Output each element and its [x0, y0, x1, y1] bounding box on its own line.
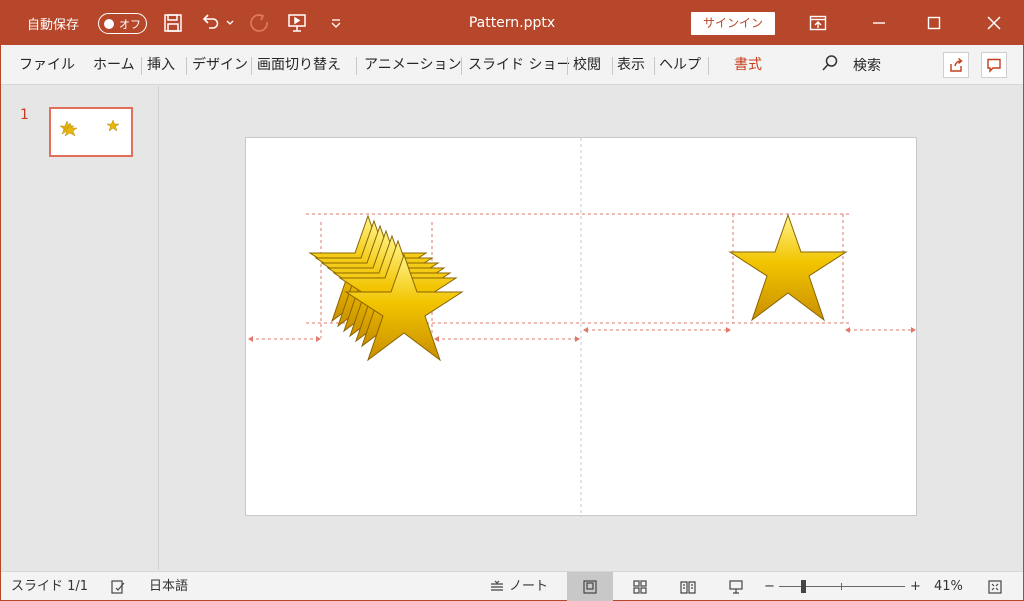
tab-separator — [141, 57, 142, 75]
tab-shape-format[interactable]: 書式 — [734, 45, 762, 85]
slide-indicator: スライド 1/1 — [11, 579, 89, 594]
thumbnail-preview — [59, 119, 120, 137]
slideshow-view-icon[interactable] — [726, 577, 746, 597]
powerpoint-window: 自動保存 オフ Pattern.pptx サインイン ファイル ホーム 挿入 デ… — [0, 0, 1024, 601]
tab-slideshow[interactable]: スライド ショー — [468, 45, 570, 85]
tab-file[interactable]: ファイル — [19, 45, 75, 85]
thumbnail-number: 1 — [20, 107, 29, 123]
tab-separator — [461, 57, 462, 75]
comment-icon[interactable] — [981, 52, 1007, 78]
slide-content — [248, 138, 916, 517]
guide-arrowheads — [248, 327, 916, 342]
undo-icon[interactable] — [198, 11, 222, 35]
search-label: 検索 — [853, 58, 881, 74]
minimize-icon[interactable] — [856, 1, 902, 45]
notes-button[interactable]: ノート — [509, 572, 548, 601]
stacked-stars — [309, 215, 463, 361]
tab-separator — [186, 57, 187, 75]
close-icon[interactable] — [971, 1, 1017, 45]
tab-review[interactable]: 校閲 — [573, 45, 601, 85]
tab-separator — [356, 57, 357, 75]
maximize-icon[interactable] — [911, 1, 957, 45]
tab-separator — [612, 57, 613, 75]
zoom-slider-thumb[interactable] — [801, 580, 806, 593]
zoom-slider-track[interactable] — [779, 586, 905, 587]
slide-thumbnail-pane: 1 — [1, 86, 159, 570]
zoom-out-button[interactable]: − — [764, 572, 775, 601]
share-icon[interactable] — [943, 52, 969, 78]
autosave-state: オフ — [119, 17, 141, 31]
tab-animations[interactable]: アニメーション — [364, 45, 461, 85]
reading-view-icon[interactable] — [678, 577, 698, 597]
zoom-in-button[interactable]: + — [910, 572, 921, 601]
slide-canvas[interactable] — [245, 137, 917, 517]
tab-separator — [654, 57, 655, 75]
undo-dropdown-icon[interactable] — [223, 11, 237, 35]
customize-toolbar-icon[interactable] — [324, 11, 348, 35]
single-star — [729, 214, 847, 321]
fit-to-window-icon[interactable] — [985, 577, 1005, 597]
tab-separator — [251, 57, 252, 75]
tab-view[interactable]: 表示 — [617, 45, 645, 85]
tab-separator — [708, 57, 709, 75]
slide-editor — [160, 86, 1023, 570]
redo-icon[interactable] — [248, 11, 272, 35]
tab-help[interactable]: ヘルプ — [659, 45, 701, 85]
accessibility-check-icon[interactable] — [108, 577, 128, 597]
title-bar: 自動保存 オフ Pattern.pptx サインイン — [1, 1, 1023, 45]
slide-thumbnail[interactable] — [49, 107, 133, 157]
slide-sorter-icon[interactable] — [630, 577, 650, 597]
search-icon — [821, 54, 839, 76]
tab-separator — [567, 57, 568, 75]
signin-button[interactable]: サインイン — [691, 12, 775, 35]
tab-design[interactable]: デザイン — [192, 45, 248, 85]
tab-insert[interactable]: 挿入 — [147, 45, 175, 85]
zoom-slider-center-mark — [841, 583, 842, 590]
status-bar: スライド 1/1 日本語 ノート − + 41% — [1, 571, 1023, 601]
tab-transitions[interactable]: 画面切り替え — [257, 45, 341, 85]
ribbon-tabs: ファイル ホーム 挿入 デザイン 画面切り替え アニメーション スライド ショー… — [1, 45, 1023, 85]
save-icon[interactable] — [161, 11, 185, 35]
normal-view-icon[interactable] — [567, 572, 613, 601]
autosave-toggle[interactable]: オフ — [98, 13, 147, 34]
zoom-level[interactable]: 41% — [934, 572, 963, 601]
ribbon-display-icon[interactable] — [795, 1, 841, 45]
toggle-knob — [104, 18, 114, 29]
search-box[interactable]: 検索 — [821, 45, 881, 85]
present-icon[interactable] — [285, 11, 309, 35]
notes-icon[interactable] — [487, 577, 507, 597]
language-indicator[interactable]: 日本語 — [149, 572, 188, 601]
tab-home[interactable]: ホーム — [93, 45, 135, 85]
autosave-label: 自動保存 — [27, 17, 80, 33]
